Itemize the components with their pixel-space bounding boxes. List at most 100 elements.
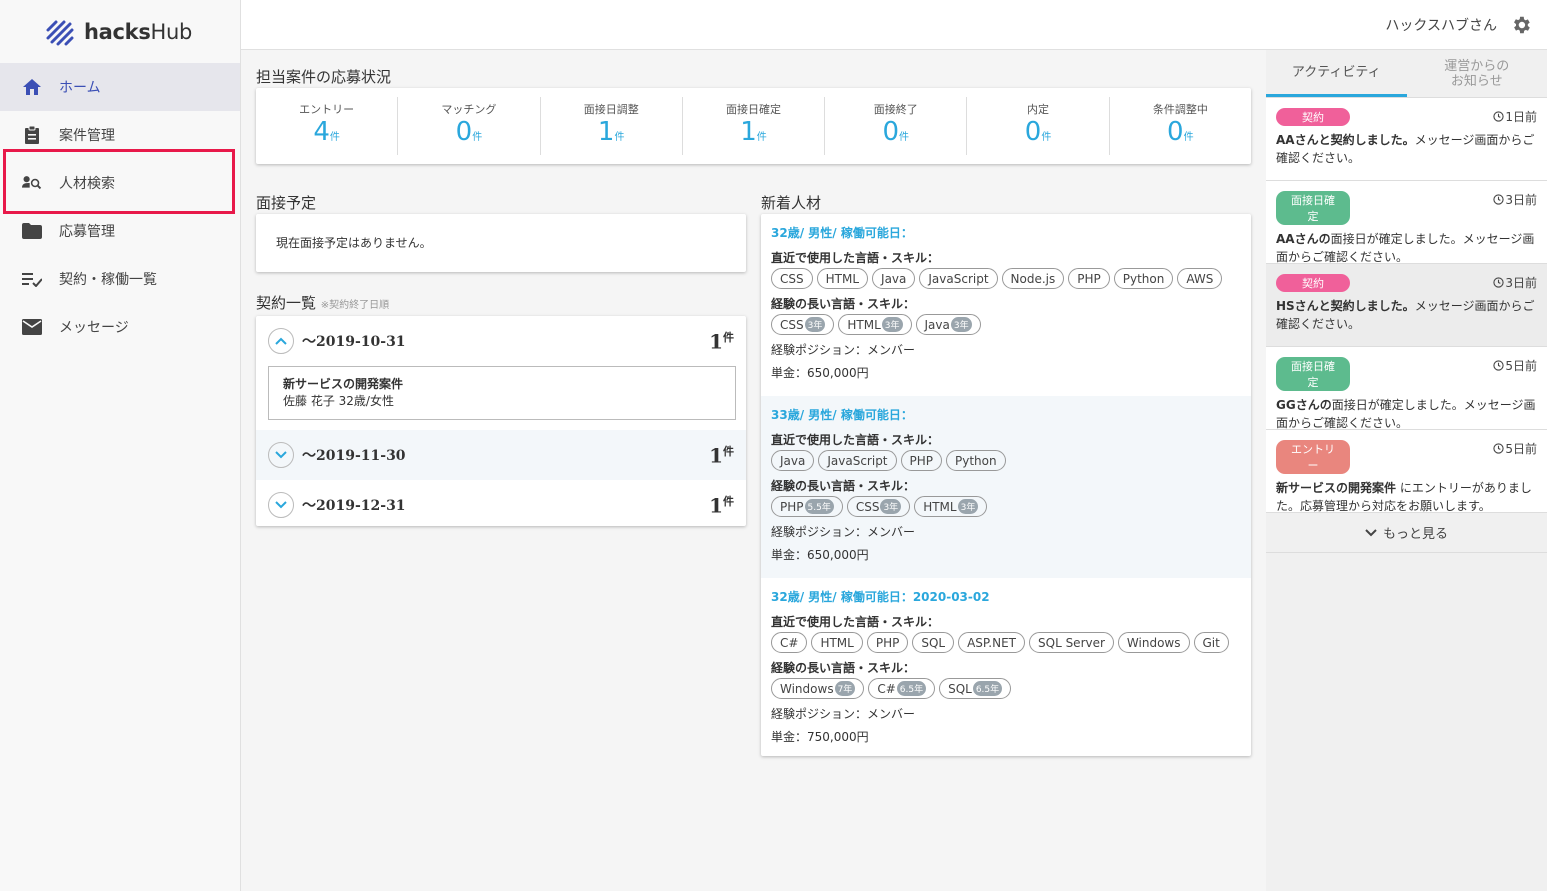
tab-activity[interactable]: アクティビティ	[1266, 50, 1407, 97]
contract-group-row[interactable]: ～2019-11-30 1件	[256, 430, 746, 480]
activity-item[interactable]: エントリー 5日前 新サービスの開発案件 にエントリーがありました。応募管理から対応…	[1266, 430, 1547, 513]
skill-years: 5.5年	[804, 499, 834, 514]
talent-head[interactable]: 32歳/ 男性/ 稼働可能日：	[771, 224, 1241, 241]
folder-icon	[22, 221, 42, 241]
activity-item[interactable]: 面接日確定 5日前 GGさんの面接日が確定しました。メッセージ画面からご確認ください…	[1266, 347, 1547, 430]
skill-tag: JavaScript	[919, 268, 998, 289]
contracts-title: 契約一覧	[256, 294, 317, 312]
status-item[interactable]: マッチング 0件	[398, 97, 541, 155]
chevron-down-icon[interactable]	[268, 442, 294, 468]
status-unit: 件	[472, 132, 483, 143]
contract-count: 1件	[709, 329, 734, 354]
status-item[interactable]: エントリー 4件	[256, 97, 399, 155]
talent-item[interactable]: 33歳/ 男性/ 稼働可能日： 直近で使用した言語・スキル： Java JavaScr…	[761, 396, 1251, 578]
nav-projects-label: 案件管理	[59, 128, 115, 144]
user-name[interactable]: ハックスハブさん	[1385, 15, 1497, 35]
status-value: 0	[1167, 117, 1184, 147]
activity-badge: 契約	[1276, 274, 1350, 292]
activity-time: 5日前	[1493, 440, 1537, 457]
topbar: ハックスハブさん	[241, 0, 1547, 50]
nav-messages-label: メッセージ	[59, 320, 129, 336]
recent-skills-label: 直近で使用した言語・スキル：	[771, 251, 940, 265]
talent-head[interactable]: 33歳/ 男性/ 稼働可能日：	[771, 406, 1241, 423]
status-item[interactable]: 面接日確定 1件	[683, 97, 826, 155]
contract-count-value: 1	[709, 493, 723, 518]
status-unit: 件	[614, 132, 625, 143]
price: 単金：650,000円	[771, 366, 869, 380]
more-button[interactable]: もっと見る	[1266, 513, 1547, 553]
status-label: 面接日確定	[725, 103, 781, 116]
activity-text-bold: HSさんと契約しました。	[1276, 299, 1415, 313]
nav-home[interactable]: ホーム	[0, 63, 240, 111]
recent-skills-label: 直近で使用した言語・スキル：	[771, 615, 940, 629]
price: 単金：750,000円	[771, 730, 869, 744]
activity-time: 5日前	[1493, 357, 1537, 374]
activity-text: HSさんと契約しました。メッセージ画面からご確認ください。	[1276, 297, 1537, 333]
contract-count-value: 1	[709, 329, 723, 354]
talent-item[interactable]: 32歳/ 男性/ 稼働可能日： 直近で使用した言語・スキル： CSS HTML Java…	[761, 214, 1251, 396]
nav-applications[interactable]: 応募管理	[0, 207, 240, 255]
recent-skills: CSS HTML Java JavaScript Node.js PHP Python AWS	[771, 268, 1241, 289]
status-item[interactable]: 内定 0件	[967, 97, 1110, 155]
status-item[interactable]: 条件調整中 0件	[1110, 97, 1251, 155]
activity-badge: エントリー	[1276, 440, 1350, 474]
nav-contracts[interactable]: 契約・稼働一覧	[0, 255, 240, 303]
skill-name: HTML	[923, 499, 957, 514]
status-value: 0	[882, 117, 900, 147]
contracts-card: ～2019-10-31 1件 新サービスの開発案件 佐藤 花子 32歳/女性 ～2019…	[256, 316, 746, 526]
activity-item[interactable]: 面接日確定 3日前 AAさんの面接日が確定しました。メッセージ画面からご確認ください…	[1266, 181, 1547, 264]
activity-time-value: 5日前	[1505, 359, 1537, 373]
gear-icon[interactable]	[1510, 14, 1532, 36]
skill-tag: C#	[771, 632, 808, 653]
skill-name: Java	[924, 317, 950, 332]
activity-time: 1日前	[1493, 108, 1537, 125]
activity-item[interactable]: 契約 3日前 HSさんと契約しました。メッセージ画面からご確認ください。	[1266, 264, 1547, 347]
status-value: 1	[597, 117, 615, 147]
status-label: エントリー	[299, 103, 355, 116]
sidebar: hacksHub ホーム 案件管理 人材検索 応募管理 契約・稼働一覧 メッセー…	[0, 0, 241, 891]
contract-detail[interactable]: 新サービスの開発案件 佐藤 花子 32歳/女性	[268, 366, 736, 420]
person-search-icon	[22, 173, 42, 193]
activity-time-value: 1日前	[1505, 110, 1537, 124]
clipboard-icon	[22, 125, 42, 145]
nav-talent-search[interactable]: 人材検索	[0, 159, 240, 207]
skill-years: 6.5年	[972, 681, 1003, 696]
nav-projects[interactable]: 案件管理	[0, 111, 240, 159]
chevron-down-icon[interactable]	[268, 492, 294, 518]
activity-text-bold: AAさんの	[1276, 232, 1331, 246]
status-item[interactable]: 面接終了 0件	[825, 97, 968, 155]
contract-detail-sub: 佐藤 花子 32歳/女性	[283, 394, 394, 408]
nav-home-label: ホーム	[59, 80, 101, 96]
activity-text-bold: AAさんと契約しました。	[1276, 133, 1415, 147]
nav-applications-label: 応募管理	[59, 224, 115, 240]
talent-item[interactable]: 32歳/ 男性/ 稼働可能日：2020-03-02 直近で使用した言語・スキル： C…	[761, 578, 1251, 756]
status-item[interactable]: 面接日調整 1件	[541, 97, 683, 155]
chevron-down-icon	[1365, 528, 1377, 536]
chevron-up-icon[interactable]	[268, 328, 294, 354]
skill-tag: HTML	[811, 632, 863, 653]
contract-group-row[interactable]: ～2019-10-31 1件	[256, 316, 746, 366]
skill-tag: Python	[1113, 268, 1174, 289]
tab-notices[interactable]: 運営からの お知らせ	[1407, 50, 1547, 97]
activity-badge: 契約	[1276, 108, 1350, 126]
skill-name: Windows	[780, 681, 834, 696]
position: 経験ポジション：メンバー	[771, 343, 916, 357]
skill-tag: CSS	[771, 268, 813, 289]
skill-tag: CSS 3年	[846, 496, 911, 517]
contract-group-row[interactable]: ～2019-12-31 1件	[256, 480, 746, 530]
activity-item[interactable]: 契約 1日前 AAさんと契約しました。メッセージ画面からご確認ください。	[1266, 98, 1547, 181]
status-value-wrap: 0件	[825, 117, 966, 147]
long-skills-label: 経験の長い言語・スキル：	[771, 297, 916, 311]
skill-tag: PHP	[1068, 268, 1110, 289]
skill-name: CSS	[855, 499, 880, 514]
skill-name: SQL	[948, 681, 972, 696]
interview-title: 面接予定	[256, 194, 317, 212]
skill-tag: HTML	[816, 268, 869, 289]
nav-messages[interactable]: メッセージ	[0, 303, 240, 351]
status-value-wrap: 0件	[967, 117, 1108, 147]
status-value-wrap: 0件	[398, 117, 539, 147]
talent-head[interactable]: 32歳/ 男性/ 稼働可能日：2020-03-02	[771, 588, 1241, 605]
activity-text: AAさんの面接日が確定しました。メッセージ画面からご確認ください。	[1276, 230, 1537, 266]
logo[interactable]: hacksHub	[0, 0, 240, 63]
contract-date: ～2019-12-31	[302, 498, 406, 514]
